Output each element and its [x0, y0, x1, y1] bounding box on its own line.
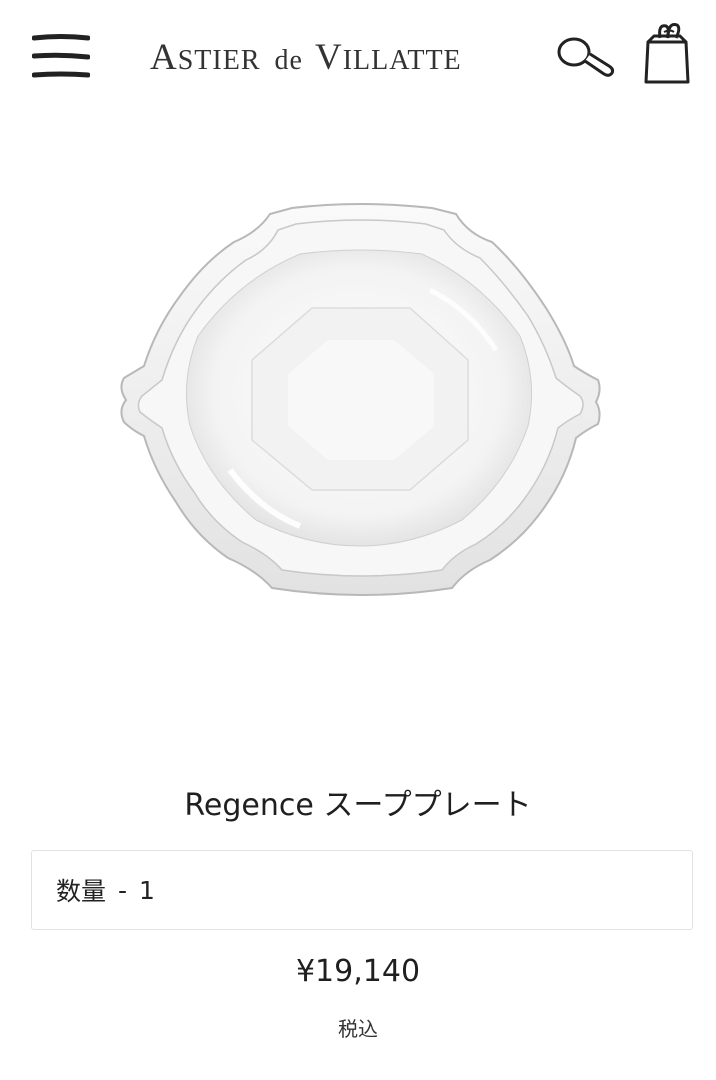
brand-villatte-initial: V	[314, 37, 343, 78]
site-header: A STIER de V ILLATTE	[0, 0, 716, 120]
quantity-value: 1	[139, 875, 155, 905]
brand-de: de	[274, 45, 303, 76]
magnifier-icon	[557, 37, 615, 77]
soup-plate-image	[120, 203, 601, 596]
product-page: A STIER de V ILLATTE Regence スーププレート 数量 …	[0, 0, 716, 1080]
search-button[interactable]	[554, 34, 618, 82]
hamburger-menu-icon	[32, 34, 90, 78]
brand-villatte-rest: ILLATTE	[342, 45, 462, 76]
menu-button[interactable]	[32, 32, 90, 82]
product-title: Regence スーププレート	[184, 788, 532, 823]
shopping-bag-icon	[644, 23, 690, 84]
brand-logo[interactable]: A STIER de V ILLATTE	[150, 36, 530, 86]
brand-astier-initial: A	[150, 37, 178, 78]
product-price: ¥19,140	[295, 954, 421, 989]
cart-button[interactable]	[640, 20, 694, 86]
quantity-select[interactable]: 数量 - 1	[31, 850, 693, 930]
brand-astier-rest: STIER	[177, 45, 261, 76]
quantity-label: 数量	[56, 877, 107, 906]
quantity-separator: -	[118, 875, 128, 905]
product-image[interactable]	[100, 190, 620, 620]
tax-note: 税込	[338, 1017, 378, 1041]
